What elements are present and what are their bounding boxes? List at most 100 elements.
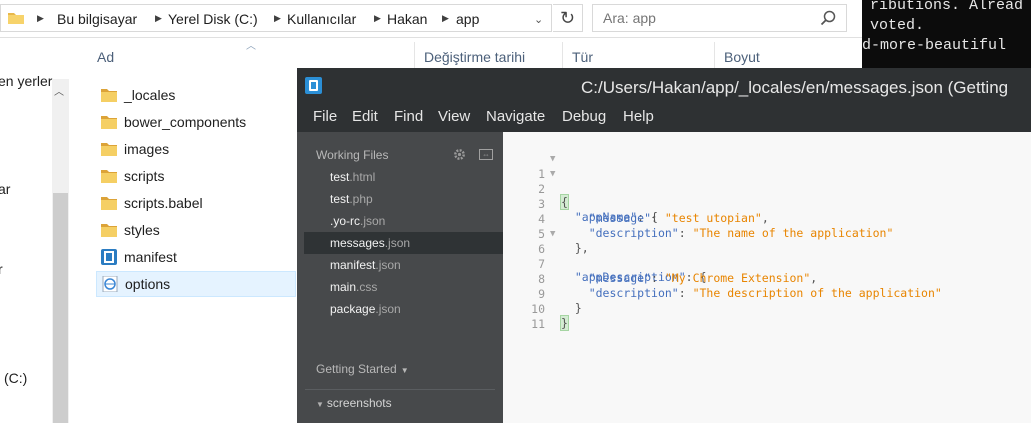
breadcrumb-item[interactable]: Hakan [387, 11, 427, 27]
folder-icon [101, 170, 117, 183]
file-extension: .json [384, 236, 411, 250]
folder-name: screenshots [326, 396, 392, 410]
fold-arrow-icon[interactable]: ▼ [550, 154, 555, 164]
menu-debug[interactable]: Debug [562, 108, 606, 125]
caret-down-icon: ▼ [400, 366, 409, 375]
fold-arrow-icon[interactable]: ▼ [550, 169, 555, 179]
matching-bracket: } [560, 315, 569, 331]
tree-folder[interactable]: ▼ screenshots [316, 396, 392, 410]
menu-find[interactable]: Find [394, 108, 423, 125]
working-files-header: Working Files [316, 148, 389, 162]
list-item[interactable]: _locales [96, 83, 296, 109]
working-file-item[interactable]: package.json [304, 298, 503, 320]
working-file-item[interactable]: test.php [304, 188, 503, 210]
code-line: 9 } [503, 273, 1031, 315]
list-item[interactable]: options [96, 271, 296, 297]
list-item[interactable]: styles [96, 218, 296, 244]
file-extension: .css [356, 280, 378, 294]
file-basename: test [330, 192, 350, 206]
search-icon[interactable] [820, 10, 836, 26]
breadcrumb-item[interactable]: Bu bilgisayar [57, 11, 137, 27]
scrollbar-thumb[interactable] [53, 193, 68, 423]
column-divider[interactable] [714, 42, 715, 70]
file-name: styles [124, 222, 160, 238]
line-number: 11 [531, 317, 545, 331]
search-field[interactable] [592, 4, 847, 32]
column-header-date[interactable]: Değiştirme tarihi [424, 49, 525, 65]
working-file-item[interactable]: .yo-rc.json [304, 210, 503, 232]
column-divider[interactable] [414, 42, 415, 70]
file-basename: package [330, 302, 376, 316]
column-header-size[interactable]: Boyut [724, 49, 760, 65]
column-header-name[interactable]: Ad [97, 49, 114, 65]
terminal-window: ributions. Alread voted. d-more-beautifu… [862, 0, 1031, 70]
chevron-right-icon[interactable]: ▶ [155, 13, 162, 24]
breadcrumb[interactable]: ▶ Bu bilgisayar ▶ Yerel Disk (C:) ▶ Kull… [0, 4, 552, 32]
file-name: images [124, 141, 170, 157]
fold-arrow-icon[interactable]: ▼ [550, 229, 555, 239]
file-name: options [125, 276, 171, 292]
working-file-item[interactable]: test.html [304, 166, 503, 188]
split-view-icon[interactable]: ⇔ [479, 149, 493, 160]
working-file-item[interactable]: manifest.json [304, 254, 503, 276]
html-file-icon [102, 276, 118, 292]
code-line: 10 } [503, 288, 1031, 331]
divider [305, 389, 495, 390]
gear-icon[interactable] [453, 148, 466, 161]
scrollbar[interactable]: ︿ [52, 79, 69, 423]
file-name: scripts.babel [124, 195, 203, 211]
file-basename: .yo-rc [330, 214, 360, 228]
chevron-down-icon[interactable]: ⌄ [534, 13, 543, 26]
nav-item[interactable]: r [0, 261, 3, 277]
menu-help[interactable]: Help [623, 108, 654, 125]
nav-item[interactable]: ar [0, 181, 10, 197]
title-bar[interactable]: C:/Users/Hakan/app/_locales/en/messages.… [297, 68, 1031, 102]
chevron-up-icon[interactable]: ︿ [54, 83, 64, 98]
refresh-button[interactable]: ↻ [553, 4, 583, 32]
column-divider[interactable] [562, 42, 563, 70]
working-file-item[interactable]: main.css [304, 276, 503, 298]
menu-navigate[interactable]: Navigate [486, 108, 545, 125]
file-name: scripts [124, 168, 165, 184]
file-extension: .json [375, 258, 401, 272]
project-dropdown[interactable]: Getting Started ▼ [316, 362, 409, 376]
column-header-type[interactable]: Tür [572, 49, 593, 65]
code-line: 5 }, [503, 213, 1031, 255]
terminal-line: d-more-beautiful [862, 37, 1007, 54]
code-line: 7 "message": "My Chrome Extension", [503, 243, 1031, 285]
menu-edit[interactable]: Edit [352, 108, 378, 125]
folder-icon [101, 197, 117, 210]
menu-view[interactable]: View [438, 108, 470, 125]
code-line: 3 "message": "test utopian", [503, 183, 1031, 225]
menu-file[interactable]: File [313, 108, 337, 125]
navigation-pane: en yerler ar r (C:) ︿ [0, 39, 72, 423]
list-item[interactable]: manifest [96, 245, 296, 271]
breadcrumb-item[interactable]: Yerel Disk (C:) [168, 11, 258, 27]
search-input[interactable] [603, 10, 803, 26]
file-basename: main [330, 280, 357, 294]
chevron-right-icon[interactable]: ▶ [374, 13, 381, 24]
nav-item[interactable]: en yerler [0, 73, 52, 89]
breadcrumb-item[interactable]: Kullanıcılar [287, 11, 356, 27]
chevron-right-icon[interactable]: ▶ [37, 13, 44, 24]
list-item[interactable]: scripts [96, 164, 296, 190]
list-item[interactable]: bower_components [96, 110, 296, 136]
list-item[interactable]: images [96, 137, 296, 163]
sort-ascending-icon: ︿ [246, 41, 256, 52]
tree-item[interactable]: ... [333, 417, 343, 423]
nav-item[interactable]: (C:) [4, 370, 27, 386]
code-editor[interactable]: 1 ▼ { 2 ▼ "appName": { 3 "message": "tes… [503, 132, 1031, 423]
chevron-right-icon[interactable]: ▶ [274, 13, 281, 24]
file-name: bower_components [124, 114, 247, 130]
file-extension: .php [349, 192, 373, 206]
folder-icon [101, 116, 117, 129]
address-bar: ▶ Bu bilgisayar ▶ Yerel Disk (C:) ▶ Kull… [0, 0, 862, 38]
code-line: 2 ▼ "appName": { [503, 168, 1031, 224]
file-extension: .html [349, 170, 376, 184]
code-line: 6 ▼ "appDescription": { [503, 228, 1031, 284]
list-item[interactable]: scripts.babel [96, 191, 296, 217]
working-file-item-active[interactable]: messages.json [304, 232, 503, 254]
chevron-right-icon[interactable]: ▶ [442, 13, 449, 24]
brackets-logo-icon [305, 77, 322, 94]
breadcrumb-item[interactable]: app [456, 11, 479, 27]
